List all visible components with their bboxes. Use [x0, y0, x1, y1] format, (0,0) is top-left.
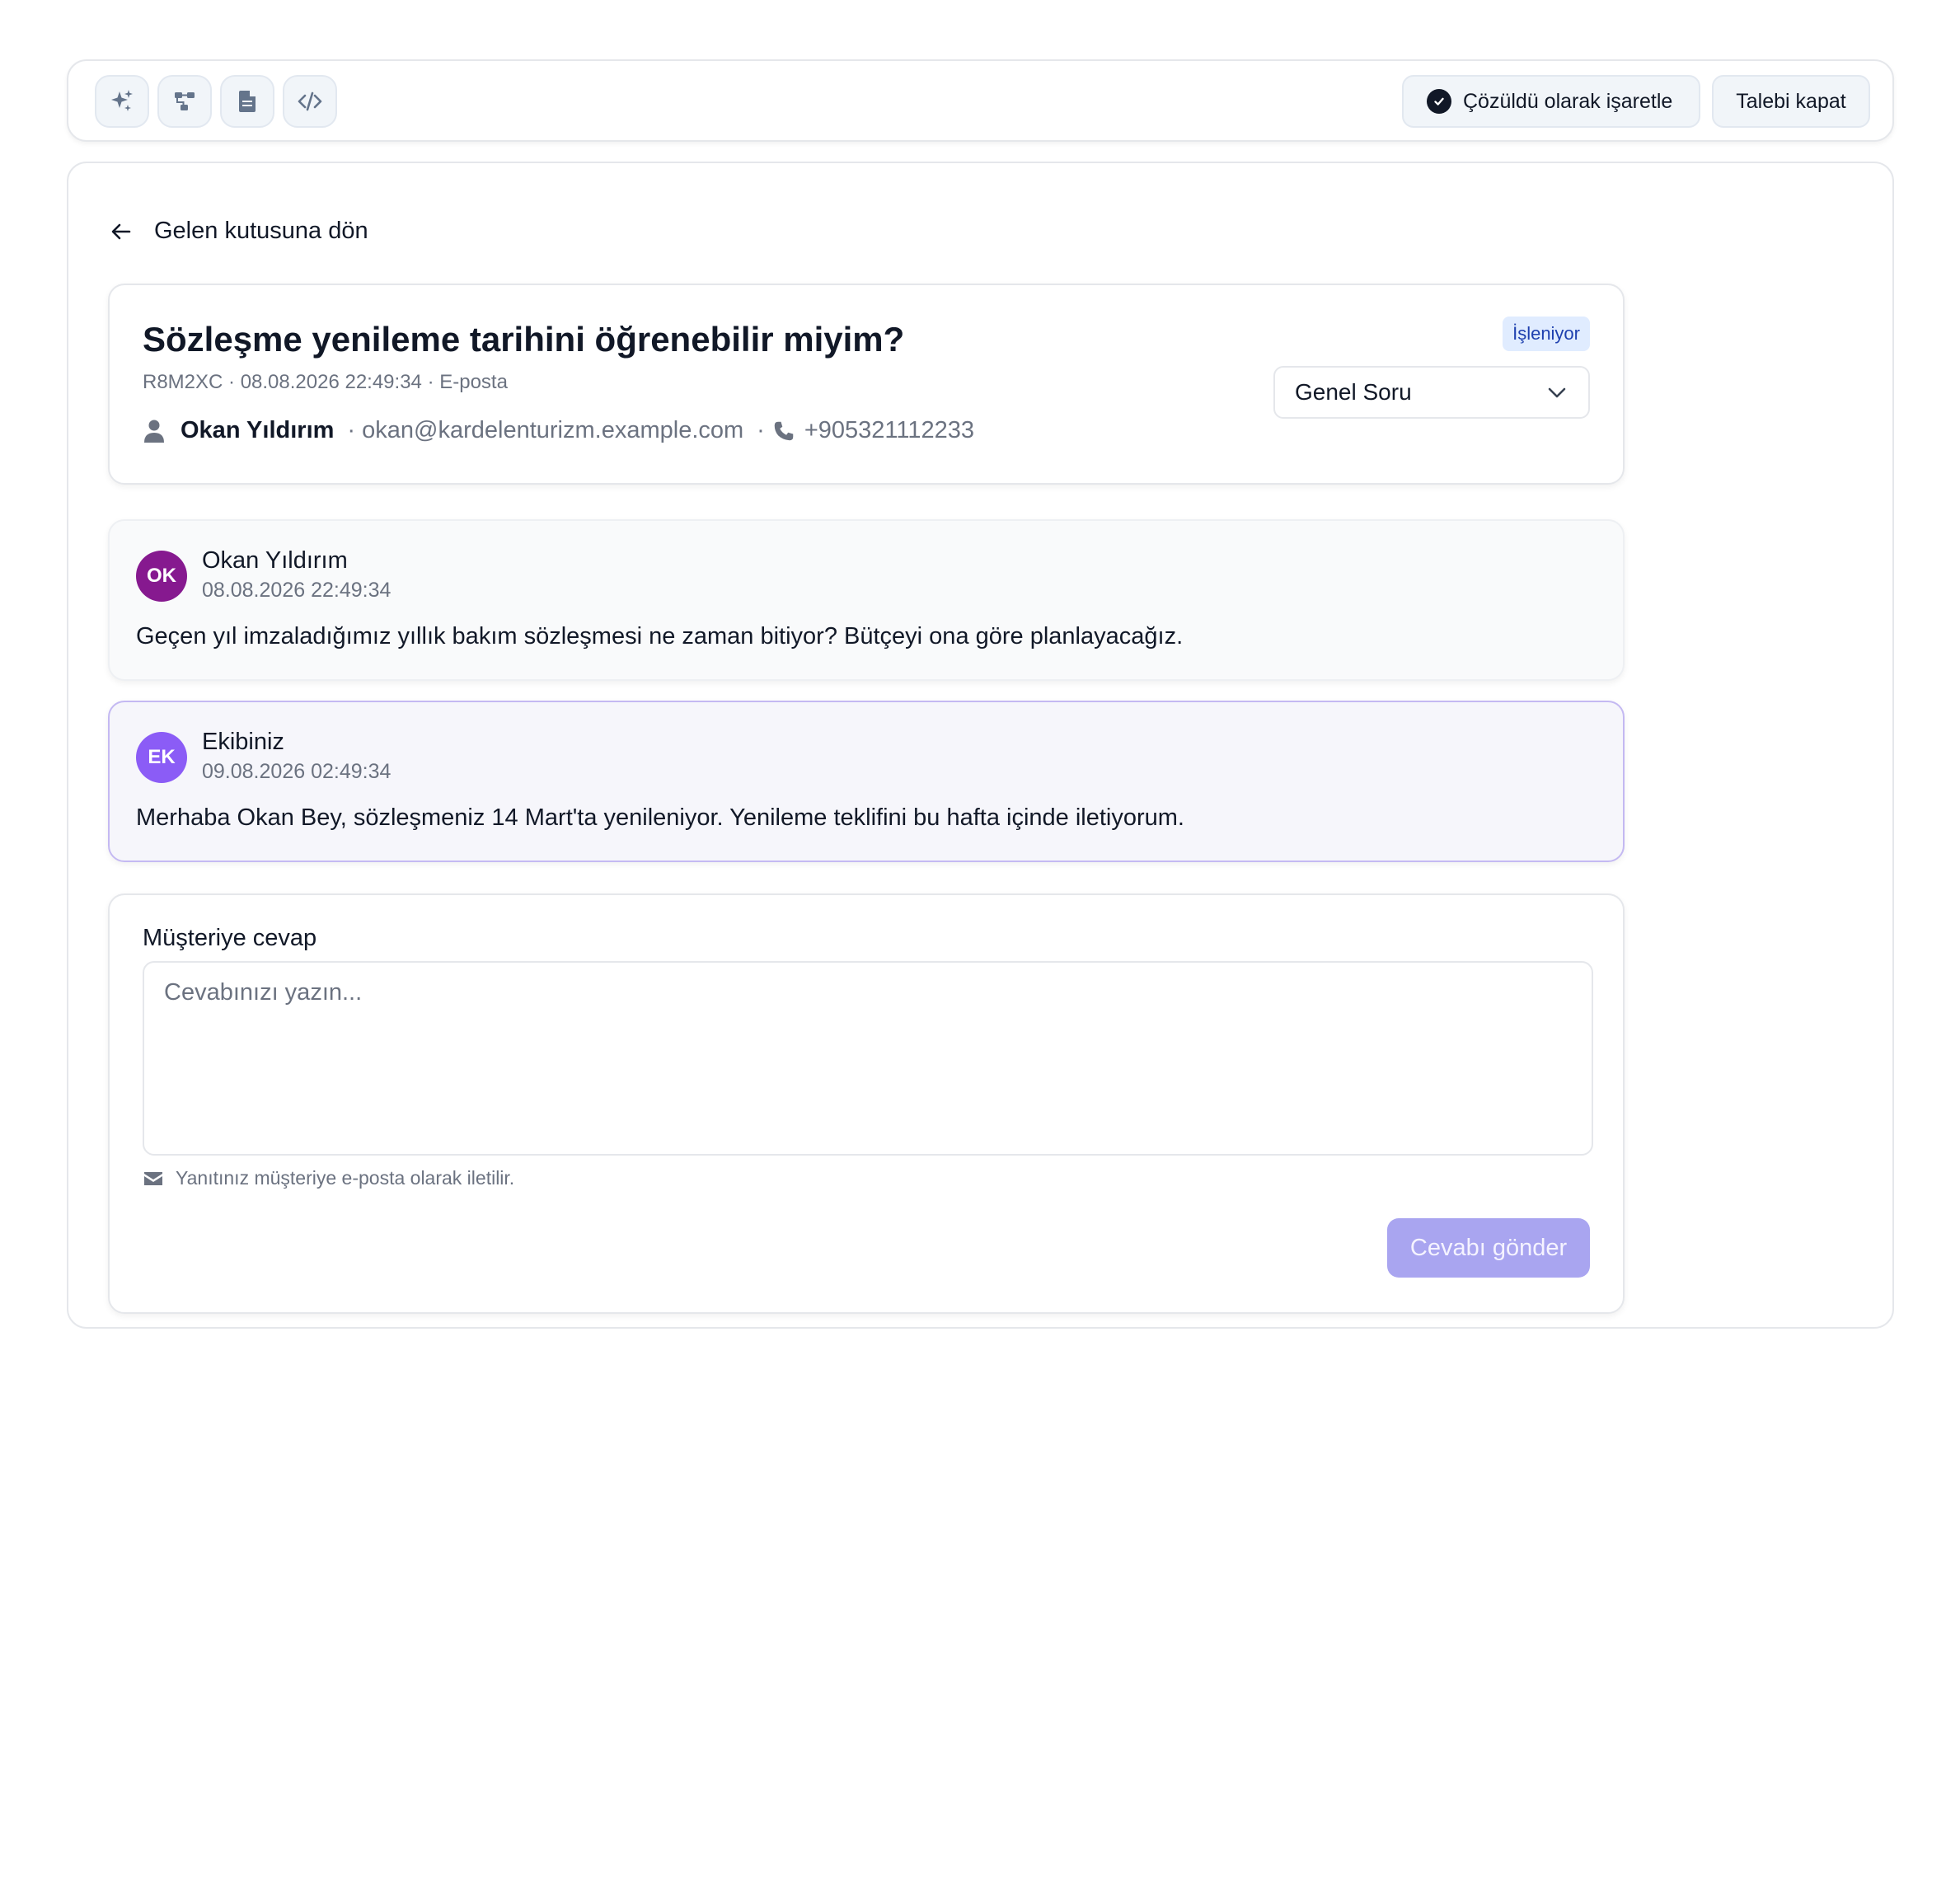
- document-icon: [239, 91, 256, 112]
- contact-name: Okan Yıldırım: [181, 417, 335, 443]
- contact-email: · okan@kardelenturizm.example.com: [347, 417, 744, 443]
- sparkles-icon: [111, 90, 133, 111]
- workflow-icon: [175, 92, 195, 110]
- toolbar: Çözüldü olarak işaretle Talebi kapat: [67, 59, 1894, 142]
- ticket-contact: Okan Yıldırım · okan@kardelenturizm.exam…: [143, 417, 974, 444]
- category-select[interactable]: Genel Soru: [1273, 366, 1590, 419]
- arrow-left-icon: [111, 223, 131, 239]
- ai-assist-button[interactable]: [95, 75, 149, 128]
- reply-note: Yanıtınız müşteriye e-posta olarak ileti…: [143, 1167, 514, 1189]
- contact-phone: +905321112233: [804, 417, 975, 443]
- code-button[interactable]: [283, 75, 337, 128]
- avatar: OK: [136, 551, 187, 602]
- ticket-header-card: Sözleşme yenileme tarihini öğrenebilir m…: [108, 284, 1625, 485]
- message-customer: OK Okan Yıldırım 08.08.2026 22:49:34 Geç…: [108, 519, 1625, 681]
- status-badge: İşleniyor: [1503, 317, 1590, 351]
- workflow-button[interactable]: [157, 75, 212, 128]
- ticket-panel: Gelen kutusuna dön Sözleşme yenileme tar…: [67, 162, 1894, 1329]
- ticket-title: Sözleşme yenileme tarihini öğrenebilir m…: [143, 320, 905, 359]
- message-author: Okan Yıldırım: [202, 547, 348, 574]
- contact-separator: ·: [757, 417, 765, 443]
- ticket-meta: R8M2XC · 08.08.2026 22:49:34 · E-posta: [143, 371, 508, 393]
- avatar: EK: [136, 732, 187, 783]
- check-circle-icon: [1427, 89, 1451, 114]
- phone-icon: [774, 421, 794, 440]
- document-button[interactable]: [220, 75, 274, 128]
- message-agent: EK Ekibiniz 09.08.2026 02:49:34 Merhaba …: [108, 701, 1625, 862]
- mark-resolved-label: Çözüldü olarak işaretle: [1463, 89, 1673, 113]
- message-body: Merhaba Okan Bey, sözleşmeniz 14 Mart'ta…: [136, 804, 1184, 831]
- send-reply-button[interactable]: Cevabı gönder: [1387, 1218, 1590, 1278]
- chevron-down-icon: [1548, 387, 1566, 398]
- reply-note-text: Yanıtınız müşteriye e-posta olarak ileti…: [176, 1167, 515, 1189]
- reply-label: Müşteriye cevap: [143, 925, 317, 951]
- category-value: Genel Soru: [1295, 379, 1412, 405]
- user-icon: [144, 420, 164, 443]
- message-time: 09.08.2026 02:49:34: [202, 760, 392, 783]
- reply-card: Müşteriye cevap Yanıtınız müşteriye e-po…: [108, 893, 1625, 1314]
- mark-resolved-button[interactable]: Çözüldü olarak işaretle: [1402, 75, 1700, 128]
- message-body: Geçen yıl imzaladığımız yıllık bakım söz…: [136, 623, 1184, 650]
- back-to-inbox-link[interactable]: Gelen kutusuna dön: [110, 218, 368, 245]
- back-label: Gelen kutusuna dön: [154, 218, 368, 244]
- message-author: Ekibiniz: [202, 729, 284, 755]
- message-time: 08.08.2026 22:49:34: [202, 579, 392, 602]
- envelope-icon: [144, 1171, 162, 1185]
- code-icon: [298, 91, 322, 111]
- reply-textarea[interactable]: [143, 961, 1593, 1156]
- close-ticket-button[interactable]: Talebi kapat: [1712, 75, 1870, 128]
